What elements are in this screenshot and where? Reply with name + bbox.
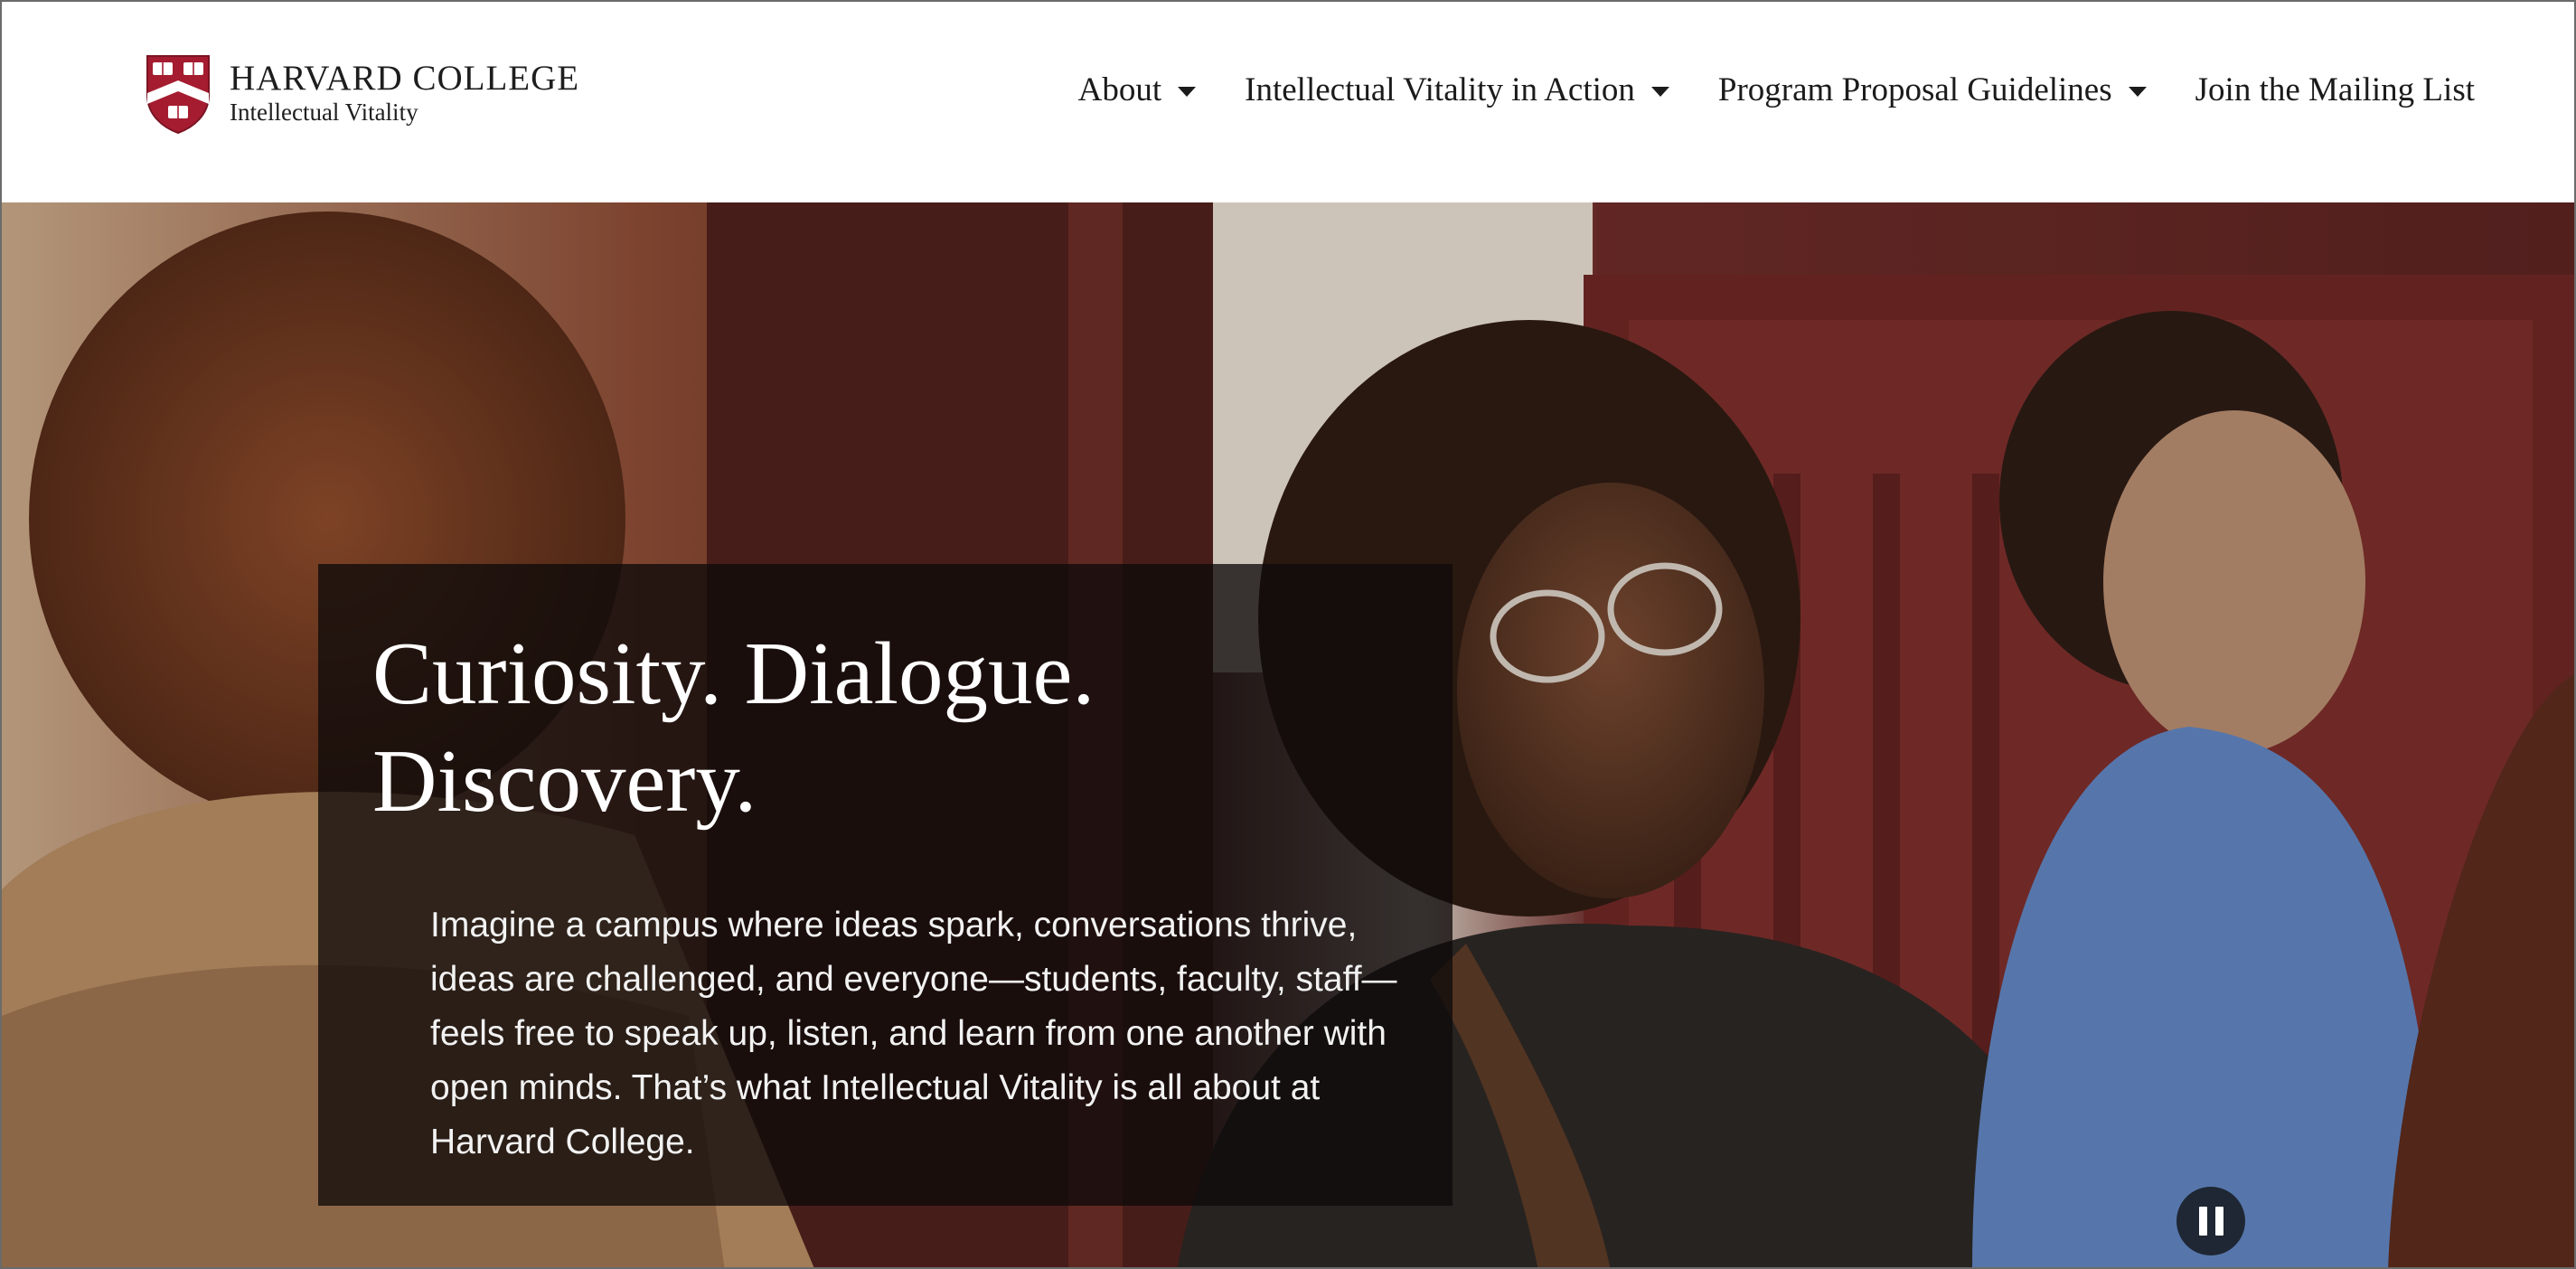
logo-subtitle: Intellectual Vitality: [230, 99, 418, 127]
caret-down-icon: [2128, 86, 2147, 97]
hero-section: Curiosity. Dialogue. Discovery. Imagine …: [2, 202, 2574, 1267]
nav-item-intellectual-vitality-in-action[interactable]: Intellectual Vitality in Action: [1245, 70, 1669, 109]
pause-video-button[interactable]: [2176, 1187, 2245, 1255]
caret-down-icon: [1650, 86, 1669, 97]
site-header: HARVARD COLLEGE Intellectual Vitality Ab…: [2, 2, 2574, 202]
nav-item-label: Program Proposal Guidelines: [1717, 70, 2112, 108]
nav-item-about[interactable]: About: [1078, 70, 1197, 109]
site-logo-link[interactable]: HARVARD COLLEGE Intellectual Vitality: [145, 52, 579, 136]
hero-title: Curiosity. Dialogue. Discovery.: [372, 625, 1095, 831]
nav-item-label: About: [1077, 70, 1162, 108]
hero-body-text: Imagine a campus where ideas spark, conv…: [430, 906, 1397, 1161]
hero-caption-box: Curiosity. Dialogue. Discovery. Imagine …: [318, 564, 1453, 1206]
main-nav: About Intellectual Vitality in Action Pr…: [1078, 61, 2475, 118]
pause-icon: [2214, 1207, 2223, 1236]
logo-title: HARVARD COLLEGE: [230, 59, 580, 99]
nav-item-label: Join the Mailing List: [2195, 70, 2475, 108]
nav-item-join-mailing-list[interactable]: Join the Mailing List: [2195, 70, 2475, 109]
caret-down-icon: [1178, 86, 1197, 97]
harvard-shield-icon: [146, 55, 210, 135]
browser-viewport: HARVARD COLLEGE Intellectual Vitality Ab…: [0, 0, 2576, 1269]
logo-text: HARVARD COLLEGE Intellectual Vitality: [230, 59, 580, 127]
nav-item-label: Intellectual Vitality in Action: [1245, 70, 1635, 108]
nav-item-program-proposal-guidelines[interactable]: Program Proposal Guidelines: [1718, 70, 2147, 109]
pause-icon: [2198, 1207, 2207, 1236]
